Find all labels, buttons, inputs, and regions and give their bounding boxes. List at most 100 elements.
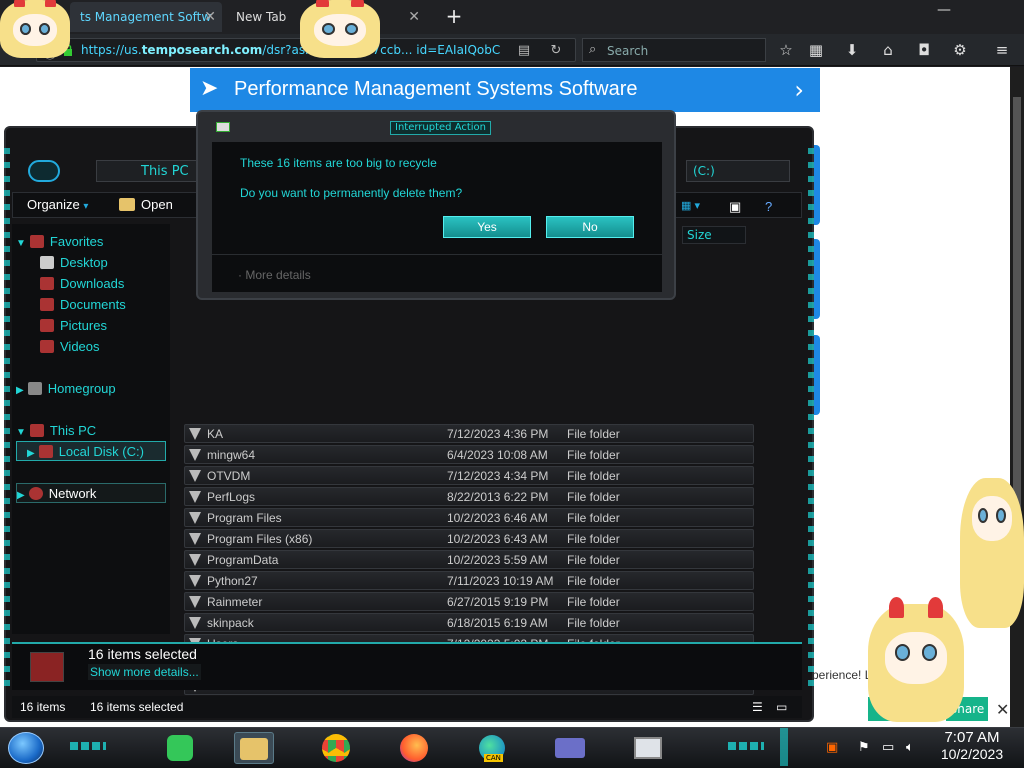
file-row[interactable]: Rainmeter 6/27/2015 9:19 PM File folder — [184, 592, 754, 611]
tray-app-icon[interactable]: ▣ — [826, 740, 838, 755]
cartoon-character-decoration — [960, 478, 1024, 628]
nav-this-pc[interactable]: ▼ This PC — [16, 421, 96, 441]
file-icon — [189, 554, 201, 566]
breadcrumb-this-pc[interactable]: This PC — [141, 164, 189, 179]
close-tab-icon[interactable]: ✕ — [408, 2, 420, 32]
close-tab-icon[interactable]: ✕ — [204, 2, 216, 32]
taskbar: CAN ▣ ⚑ ▭ 🔈︎ 7:07 AM 10/2/2023 — [0, 727, 1024, 768]
taskbar-decoration — [70, 742, 106, 750]
file-icon — [189, 512, 201, 524]
cartoon-character-decoration — [0, 0, 70, 58]
start-button[interactable] — [8, 732, 44, 764]
address-bar[interactable]: This PC — [96, 160, 206, 182]
file-row[interactable]: PerfLogs 8/22/2013 6:22 PM File folder — [184, 487, 754, 506]
nav-documents[interactable]: Documents — [40, 295, 126, 315]
view-dropdown-icon[interactable]: ▦ ▾ — [681, 199, 700, 212]
details-view-icon[interactable]: ☰ — [752, 700, 763, 714]
show-desktop-strip[interactable] — [780, 728, 788, 766]
file-row[interactable]: OTVDM 7/12/2023 4:34 PM File folder — [184, 466, 754, 485]
nav-pictures[interactable]: Pictures — [40, 316, 107, 336]
nav-network[interactable]: ▶ Network — [16, 483, 166, 503]
nav-downloads[interactable]: Downloads — [40, 274, 124, 294]
extension-icon[interactable]: ⚙ — [950, 41, 970, 59]
nav-videos[interactable]: Videos — [40, 337, 100, 357]
file-icon — [189, 596, 201, 608]
chrome-icon[interactable] — [316, 732, 356, 764]
file-row[interactable]: Program Files (x86) 10/2/2023 6:43 AM File… — [184, 529, 754, 548]
chevron-down-icon[interactable]: ▼ — [16, 238, 26, 249]
reader-view-icon[interactable]: ▤ — [515, 43, 533, 59]
nav-favorites[interactable]: ▼ Favorites — [16, 232, 103, 252]
nav-homegroup[interactable]: ▶ Homegroup — [16, 379, 116, 399]
bookmark-star-icon[interactable]: ☆ — [776, 41, 796, 59]
chevron-right-icon[interactable]: ▶ — [17, 490, 25, 501]
firefox-icon[interactable] — [394, 732, 434, 764]
scrollbar-thumb[interactable] — [1013, 97, 1021, 517]
flag-icon[interactable]: ⚑ — [858, 740, 870, 755]
preview-pane-icon[interactable]: ▣ — [729, 199, 741, 215]
file-row[interactable]: KA 7/12/2023 4:36 PM File folder — [184, 424, 754, 443]
file-row[interactable]: ProgramData 10/2/2023 5:59 AM File folder — [184, 550, 754, 569]
chevron-down-icon[interactable]: ▼ — [16, 427, 26, 438]
close-icon[interactable]: ✕ — [996, 700, 1009, 719]
yes-button[interactable]: Yes — [443, 216, 531, 238]
page-scrollbar[interactable] — [1010, 67, 1024, 727]
browser-nav-bar: ⓘ https://us.temposearch.com/dsr?asid=ts… — [0, 34, 1024, 66]
file-name: Python27 — [207, 574, 258, 588]
status-bar: 16 items 16 items selected ☰ ▭ — [12, 696, 802, 718]
no-button[interactable]: No — [546, 216, 634, 238]
file-date: 10/2/2023 6:43 AM — [447, 532, 548, 546]
file-name: ProgramData — [207, 553, 279, 567]
file-row[interactable]: Python27 7/11/2023 10:19 AM File folder — [184, 571, 754, 590]
nav-desktop[interactable]: Desktop — [40, 253, 108, 273]
bookmarks-list-icon[interactable]: ▦ — [806, 41, 826, 59]
dialog-title: Interrupted Action — [390, 121, 492, 135]
network-tray-icon[interactable]: ▭ — [882, 740, 894, 755]
clock[interactable]: 7:07 AM 10/2/2023 — [934, 729, 1010, 762]
volume-icon[interactable]: 🔈︎ — [906, 740, 914, 755]
file-icon — [189, 617, 201, 629]
new-tab-button[interactable]: + — [440, 2, 468, 30]
ad-banner[interactable]: ➤ Performance Management Systems Softwar… — [190, 68, 820, 112]
dialog-message: These 16 items are too big to recycle — [240, 156, 437, 170]
chevron-right-icon[interactable]: › — [794, 76, 804, 104]
show-more-details-link[interactable]: Show more details... — [88, 664, 201, 680]
minimize-window-button[interactable]: — — [924, 2, 964, 18]
file-icon — [189, 491, 201, 503]
download-icon[interactable]: ⬇ — [842, 41, 862, 59]
file-type: File folder — [567, 574, 620, 588]
more-details-toggle[interactable]: · More details — [238, 268, 311, 282]
pocket-icon[interactable]: ◘ — [914, 41, 934, 59]
menu-icon[interactable]: ≡ — [992, 41, 1012, 59]
file-name: mingw64 — [207, 448, 256, 462]
home-icon[interactable]: ⌂ — [878, 41, 898, 59]
tiles-view-icon[interactable]: ▭ — [776, 700, 787, 714]
file-date: 10/2/2023 5:59 AM — [447, 553, 548, 567]
file-row[interactable]: mingw64 6/4/2023 10:08 AM File folder — [184, 445, 754, 464]
green-app-icon[interactable] — [160, 732, 200, 764]
frame-decoration — [4, 148, 10, 688]
file-row[interactable]: Program Files 10/2/2023 6:46 AM File folde… — [184, 508, 754, 527]
desktop-icon — [40, 256, 54, 269]
open-button[interactable]: Open — [141, 197, 173, 212]
chevron-right-icon[interactable]: ▶ — [27, 448, 35, 459]
status-selected-count: 16 items selected — [90, 700, 184, 714]
file-explorer-icon[interactable] — [234, 732, 274, 764]
selection-thumbnail — [30, 652, 64, 682]
divider — [212, 254, 662, 255]
file-row[interactable]: skinpack 6/18/2015 6:19 AM File folder — [184, 613, 754, 632]
reload-icon[interactable]: ↻ — [547, 43, 565, 59]
edge-can-icon[interactable]: CAN — [472, 732, 512, 764]
organize-button[interactable]: Organize ▾ — [27, 197, 88, 212]
chevron-right-icon[interactable]: ▶ — [16, 385, 24, 396]
card-app-icon[interactable] — [550, 732, 590, 764]
search-box-drive[interactable]: (C:) — [686, 160, 790, 182]
back-forward-orb[interactable] — [28, 160, 60, 182]
taskbar-decoration — [728, 742, 764, 750]
monitor-app-icon[interactable] — [628, 732, 668, 764]
file-date: 7/12/2023 4:36 PM — [447, 427, 549, 441]
search-input[interactable]: ⌕ Search — [582, 38, 766, 62]
tab-performance-management[interactable]: ts Management Softw ✕ — [70, 2, 222, 32]
help-icon[interactable]: ? — [765, 199, 772, 214]
nav-local-disk[interactable]: ▶ Local Disk (C:) — [16, 441, 166, 461]
